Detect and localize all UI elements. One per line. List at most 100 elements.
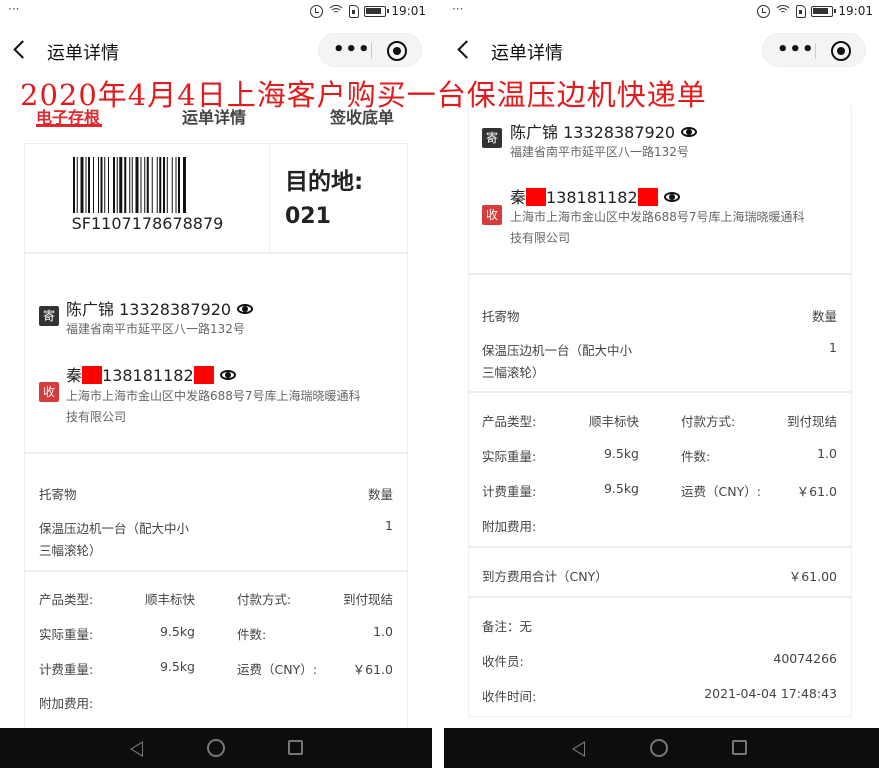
billing-weight-label: 计费重量: — [39, 662, 94, 677]
system-back-icon[interactable] — [572, 741, 585, 757]
wifi-icon — [775, 5, 792, 17]
capsule-divider — [371, 43, 372, 59]
sim-icon — [796, 4, 807, 18]
system-recent-apps-icon[interactable] — [288, 740, 303, 755]
extra-fee-label: 附加费用: — [482, 519, 537, 534]
payment-value: 到付现结 — [342, 592, 393, 607]
battery-icon — [364, 5, 390, 17]
address-card: 寄 陈广锦 13328387920 福建省南平市延平区八一路132号 收 秦 13… — [24, 253, 408, 453]
overlay-headline: 2020年4月4日上海客户购买一台保温压边机快递单 — [20, 78, 707, 112]
status-dots: ··· — [8, 2, 20, 16]
status-bar: ··· 19:01 — [0, 0, 432, 26]
payment-label: 付款方式: — [681, 414, 736, 429]
system-home-icon[interactable] — [650, 739, 668, 757]
alarm-icon — [310, 4, 324, 18]
receiver-address: 上海市上海市金山区中发路688号7号库上海瑞晓暖通科 技有限公司 — [66, 386, 396, 428]
system-back-icon[interactable] — [130, 741, 143, 757]
wifi-icon — [328, 5, 345, 17]
goods-qty: 1 — [829, 340, 837, 355]
left-screenshot: ··· 19:01 运单详情 ••• 电子存根 运单详情 签收底单 SF1107… — [0, 0, 432, 768]
pickup-time-label: 收件时间: — [482, 689, 537, 704]
billing-weight-label: 计费重量: — [482, 484, 537, 499]
receiver-address: 上海市上海市金山区中发路688号7号库上海瑞晓暖通科 技有限公司 — [510, 207, 840, 249]
screenshot-gutter — [432, 0, 444, 768]
eye-icon[interactable] — [237, 304, 254, 314]
fee-card: 产品类型: 顺丰标快 付款方式: 到付现结 实际重量: 9.5kg 件数: 1.… — [468, 392, 852, 547]
back-arrow-icon[interactable] — [457, 40, 476, 59]
sender-address: 福建省南平市延平区八一路132号 — [66, 322, 245, 336]
capsule-divider — [815, 43, 816, 59]
sender-tag: 寄 — [482, 128, 502, 148]
more-icon[interactable]: ••• — [333, 41, 371, 59]
status-bar: ··· 19:01 — [444, 0, 879, 26]
goods-item-line2: 三幅滚轮） — [482, 365, 545, 380]
actual-weight-label: 实际重量: — [39, 627, 94, 642]
goods-qty: 1 — [385, 518, 393, 533]
alarm-icon — [757, 4, 771, 18]
goods-header-item: 托寄物 — [482, 309, 520, 324]
total-card: 到方费用合计（CNY） ￥61.00 — [468, 547, 852, 597]
redaction-box — [637, 188, 658, 206]
miniprogram-capsule: ••• — [318, 33, 422, 67]
actual-weight-value: 9.5kg — [159, 624, 195, 639]
pickup-time-value: 2021-04-04 17:48:43 — [704, 686, 837, 701]
eye-icon[interactable] — [681, 127, 698, 137]
system-recent-apps-icon[interactable] — [732, 740, 747, 755]
back-arrow-icon[interactable] — [13, 40, 32, 59]
goods-header-item: 托寄物 — [39, 487, 77, 502]
close-miniprogram-icon[interactable] — [831, 41, 851, 61]
billing-weight-value: 9.5kg — [603, 481, 639, 496]
freight-value: ￥61.0 — [352, 662, 393, 677]
receiver-tag: 收 — [39, 382, 59, 402]
sim-icon — [349, 4, 360, 18]
eye-icon[interactable] — [663, 192, 680, 202]
sender-address: 福建省南平市延平区八一路132号 — [510, 145, 689, 159]
nav-bar: 运单详情 ••• — [444, 30, 879, 70]
goods-item-line1: 保温压边机一台（配大中小 — [39, 521, 190, 536]
product-type-value: 顺丰标快 — [144, 592, 195, 607]
fee-card: 产品类型: 顺丰标快 付款方式: 到付现结 实际重量: 9.5kg 件数: 1.… — [24, 571, 408, 731]
destination-label: 目的地: — [285, 169, 364, 195]
product-type-label: 产品类型: — [39, 592, 94, 607]
barcode-card: SF1107178678879 目的地: 021 — [24, 143, 408, 254]
freight-value: ￥61.0 — [796, 484, 837, 499]
actual-weight-label: 实际重量: — [482, 449, 537, 464]
sender-name-phone: 陈广锦 13328387920 — [66, 296, 254, 320]
sender-tag: 寄 — [39, 306, 59, 326]
receiver-address-line1: 上海市上海市金山区中发路688号7号库上海瑞晓暖通科 — [66, 389, 361, 403]
goods-item-line2: 三幅滚轮） — [39, 543, 102, 558]
freight-label: 运费（CNY）: — [237, 662, 317, 677]
status-time: 19:01 — [838, 4, 873, 18]
pieces-label: 件数: — [237, 627, 267, 642]
system-nav-bar — [444, 728, 879, 768]
extra-fee-label: 附加费用: — [39, 696, 94, 711]
redaction-box — [526, 188, 547, 206]
active-tab-indicator — [36, 124, 102, 127]
receiver-address-line2: 技有限公司 — [66, 410, 127, 424]
receiver-phone: 138181182 — [546, 188, 638, 207]
status-dots: ··· — [452, 2, 464, 16]
page-title: 运单详情 — [47, 43, 119, 64]
page-title: 运单详情 — [491, 43, 563, 64]
receiver-surname: 秦 — [510, 188, 527, 207]
receiver-name-phone: 秦 138181182 — [510, 184, 680, 208]
receiver-surname: 秦 — [66, 366, 83, 385]
goods-header-qty: 数量 — [367, 487, 393, 502]
address-card: 寄 陈广锦 13328387920 福建省南平市延平区八一路132号 收 秦 13… — [468, 106, 852, 274]
system-home-icon[interactable] — [207, 739, 225, 757]
goods-item-line1: 保温压边机一台（配大中小 — [482, 343, 633, 358]
redaction-box — [193, 366, 214, 384]
courier-value: 40074266 — [773, 651, 837, 666]
more-icon[interactable]: ••• — [777, 41, 815, 59]
right-screenshot: ··· 19:01 运单详情 ••• 寄 陈广锦 13328387920 福建省… — [444, 0, 879, 768]
close-miniprogram-icon[interactable] — [387, 41, 407, 61]
goods-card: 托寄物 数量 保温压边机一台（配大中小 三幅滚轮） 1 — [24, 453, 408, 571]
eye-icon[interactable] — [219, 370, 236, 380]
freight-label: 运费（CNY）: — [681, 484, 761, 499]
billing-weight-value: 9.5kg — [159, 659, 195, 674]
goods-item-name: 保温压边机一台（配大中小 三幅滚轮） — [482, 340, 632, 384]
goods-card: 托寄物 数量 保温压边机一台（配大中小 三幅滚轮） 1 — [468, 274, 852, 392]
goods-item-name: 保温压边机一台（配大中小 三幅滚轮） — [39, 518, 189, 562]
product-type-label: 产品类型: — [482, 414, 537, 429]
nav-bar: 运单详情 ••• — [0, 30, 432, 70]
